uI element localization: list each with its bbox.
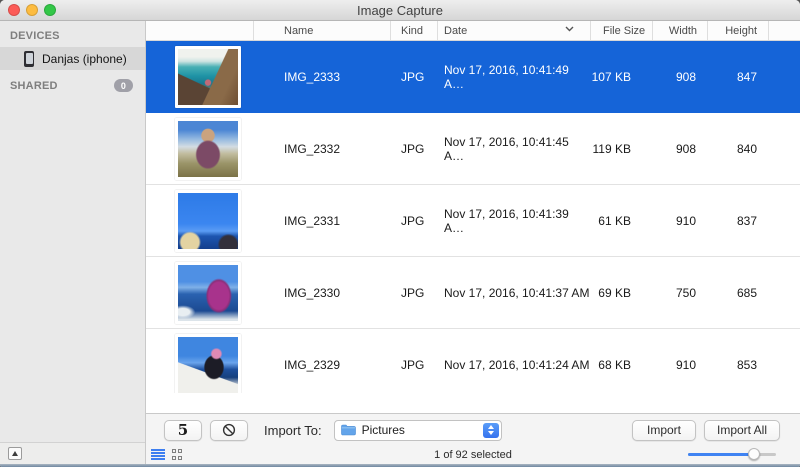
column-header-height[interactable]: Height <box>708 21 769 40</box>
status-bar: 1 of 92 selected <box>146 446 800 464</box>
prohibit-icon <box>222 423 236 437</box>
cell-file-size: 107 KB <box>591 41 653 112</box>
folder-icon <box>341 424 356 436</box>
cell-date: Nov 17, 2016, 10:41:39 A… <box>438 185 591 256</box>
cell-name: IMG_2331 <box>254 185 391 256</box>
cell-file-size: 61 KB <box>591 185 653 256</box>
column-header-width[interactable]: Width <box>653 21 708 40</box>
slider-knob[interactable] <box>748 448 760 460</box>
photo-thumbnail-boat-person <box>175 334 241 394</box>
photo-thumbnail-arms-raised <box>175 118 241 180</box>
sidebar-footer <box>0 442 145 464</box>
column-header-date[interactable]: Date <box>438 21 591 40</box>
cell-width: 750 <box>653 257 708 328</box>
cell-height: 685 <box>708 257 769 328</box>
rotate-icon: 5 <box>178 423 188 438</box>
photo-list-pane: Name Kind Date File Size Width Height IM… <box>146 21 800 464</box>
delete-button[interactable] <box>210 420 248 441</box>
title-bar: Image Capture <box>0 0 800 21</box>
table-row[interactable]: IMG_2333 JPG Nov 17, 2016, 10:41:49 A… 1… <box>146 41 800 113</box>
cell-width: 910 <box>653 185 708 256</box>
cell-height: 837 <box>708 185 769 256</box>
cell-name: IMG_2329 <box>254 329 391 393</box>
cell-kind: JPG <box>391 257 438 328</box>
cell-height: 847 <box>708 41 769 112</box>
chevron-down-icon <box>565 26 574 32</box>
cell-kind: JPG <box>391 329 438 393</box>
iphone-icon <box>24 51 34 67</box>
cell-kind: JPG <box>391 41 438 112</box>
import-destination-popup[interactable]: Pictures <box>334 420 502 441</box>
import-button[interactable]: Import <box>632 420 696 441</box>
devices-section-header: DEVICES <box>0 21 145 47</box>
cell-kind: JPG <box>391 185 438 256</box>
cell-kind: JPG <box>391 113 438 184</box>
shared-section-header: SHARED 0 <box>0 70 145 97</box>
table-row[interactable]: IMG_2331 JPG Nov 17, 2016, 10:41:39 A… 6… <box>146 185 800 257</box>
popup-stepper <box>483 423 499 438</box>
sidebar: DEVICES Danjas (iphone) SHARED 0 <box>0 21 146 464</box>
cell-name: IMG_2333 <box>254 41 391 112</box>
cell-width: 910 <box>653 329 708 393</box>
triangle-up-icon <box>12 451 18 456</box>
cell-name: IMG_2330 <box>254 257 391 328</box>
rotate-button[interactable]: 5 <box>164 420 202 441</box>
column-header-name[interactable]: Name <box>254 21 391 40</box>
cell-file-size: 68 KB <box>591 329 653 393</box>
slider-fill <box>688 453 751 456</box>
window-title: Image Capture <box>0 3 800 18</box>
shared-count-badge: 0 <box>114 79 133 92</box>
cell-file-size: 119 KB <box>591 113 653 184</box>
table-header: Name Kind Date File Size Width Height <box>146 21 800 41</box>
sidebar-item-device[interactable]: Danjas (iphone) <box>0 47 145 70</box>
cell-height: 853 <box>708 329 769 393</box>
shared-label: SHARED <box>10 80 58 92</box>
photo-thumbnail-coast <box>175 46 241 108</box>
cell-width: 908 <box>653 113 708 184</box>
cell-date: Nov 17, 2016, 10:41:37 AM <box>438 257 591 328</box>
cell-height: 840 <box>708 113 769 184</box>
image-capture-window: Image Capture DEVICES Danjas (iphone) SH… <box>0 0 800 467</box>
cell-date: Nov 17, 2016, 10:41:45 A… <box>438 113 591 184</box>
destination-value: Pictures <box>362 423 405 437</box>
table-row[interactable]: IMG_2332 JPG Nov 17, 2016, 10:41:45 A… 1… <box>146 113 800 185</box>
column-header-spacer <box>769 21 800 40</box>
table-row[interactable]: IMG_2330 JPG Nov 17, 2016, 10:41:37 AM 6… <box>146 257 800 329</box>
column-header-file-size[interactable]: File Size <box>591 21 653 40</box>
photo-thumbnail-boat-wave <box>175 262 241 324</box>
cell-name: IMG_2332 <box>254 113 391 184</box>
cell-width: 908 <box>653 41 708 112</box>
table-row[interactable]: IMG_2329 JPG Nov 17, 2016, 10:41:24 AM 6… <box>146 329 800 393</box>
import-to-label: Import To: <box>264 423 322 438</box>
column-header-thumbnail <box>146 21 254 40</box>
device-settings-toggle-button[interactable] <box>8 447 22 460</box>
photo-thumbnail-sea <box>175 190 241 252</box>
import-toolbar: 5 Import To: Pictures Import <box>146 413 800 446</box>
device-name: Danjas (iphone) <box>42 52 127 66</box>
cell-date: Nov 17, 2016, 10:41:49 A… <box>438 41 591 112</box>
thumbnail-size-slider[interactable] <box>688 453 776 456</box>
column-header-kind[interactable]: Kind <box>391 21 438 40</box>
photo-table: IMG_2333 JPG Nov 17, 2016, 10:41:49 A… 1… <box>146 41 800 393</box>
cell-date: Nov 17, 2016, 10:41:24 AM <box>438 329 591 393</box>
import-all-button[interactable]: Import All <box>704 420 780 441</box>
cell-file-size: 69 KB <box>591 257 653 328</box>
